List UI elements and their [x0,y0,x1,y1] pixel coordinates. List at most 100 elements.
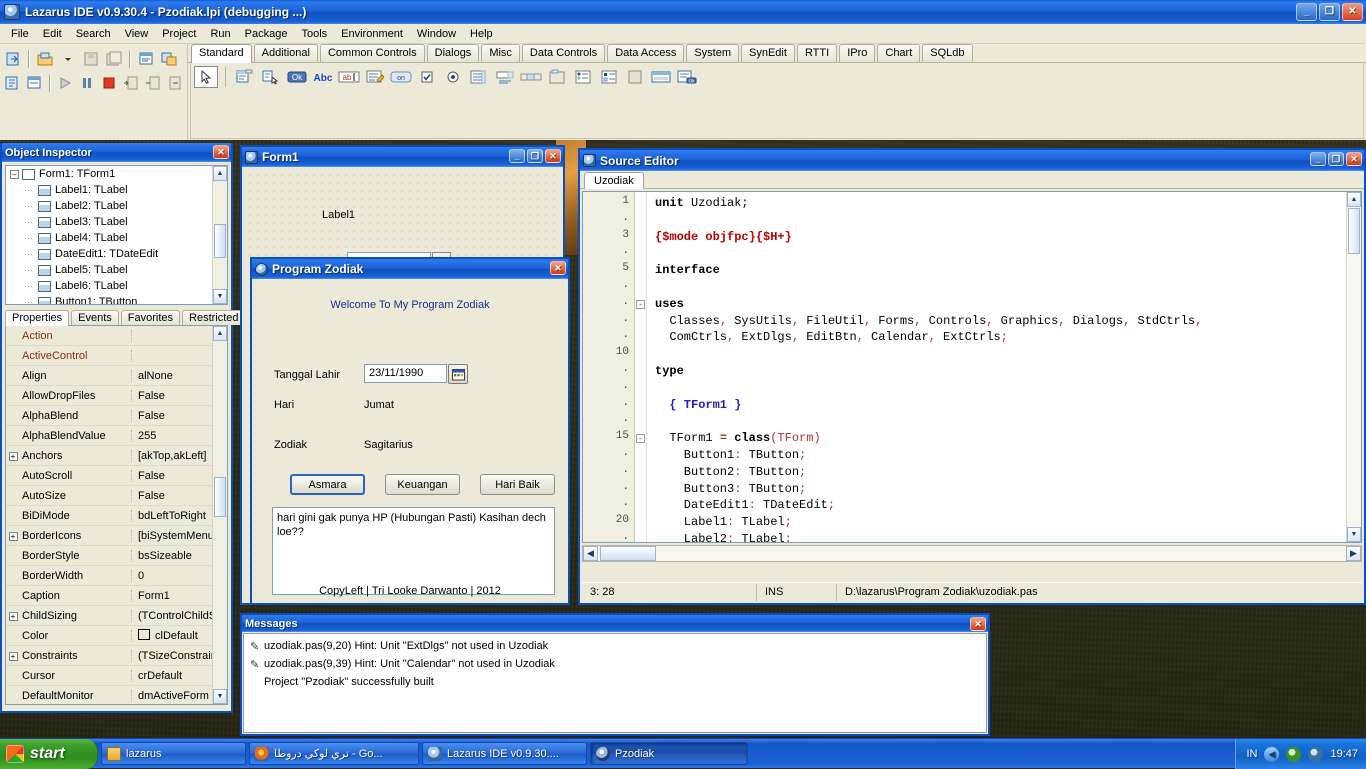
taskbar-items[interactable]: lazarus تري لوكي دروطا - Go... Lazarus IDE… [98,742,748,765]
open-file-icon[interactable] [34,48,56,70]
palette-tab-sqldb[interactable]: SQLdb [922,44,973,62]
object-inspector-window-buttons[interactable]: ✕ [213,145,229,159]
tanggal-lahir-input[interactable]: 23/11/1990 [364,364,447,383]
open-dropdown-icon[interactable] [57,48,79,70]
palette-tab-data-controls[interactable]: Data Controls [521,44,606,62]
object-inspector-tabs[interactable]: Properties Events Favorites Restricted [2,308,246,326]
oi-tab-restricted[interactable]: Restricted [182,310,246,325]
property-row[interactable]: AlphaBlend False [6,406,227,426]
view-units-icon[interactable] [2,72,23,94]
tree-item[interactable]: ⋯ Label3: TLabel [6,214,227,230]
ide-window-buttons[interactable]: _ ❐ ✕ [1296,3,1363,21]
property-row[interactable]: AlphaBlendValue 255 [6,426,227,446]
save-all-icon[interactable] [103,48,125,70]
properties-scrollbar[interactable]: ▲ ▼ [212,326,227,704]
maximize-icon[interactable]: ❐ [1328,152,1344,166]
code-fold-column[interactable]: -- [635,192,647,542]
tcheckgroup-icon[interactable] [597,66,621,88]
tedit-icon[interactable]: ab [337,66,361,88]
scroll-down-icon[interactable]: ▼ [1347,527,1361,542]
menu-item-window[interactable]: Window [410,26,463,42]
menu-item-help[interactable]: Help [463,26,500,42]
property-row[interactable]: Cursor crDefault [6,666,227,686]
fold-marker[interactable]: - [635,430,646,447]
hscroll-track[interactable] [598,546,1346,561]
property-row[interactable]: DefaultMonitor dmActiveForm [6,686,227,704]
property-row[interactable]: AllowDropFiles False [6,386,227,406]
tree-item[interactable]: ⋯ Label6: TLabel [6,278,227,294]
color-swatch[interactable] [138,629,150,640]
tree-item[interactable]: ⋯ Button1: TButton [6,294,227,304]
pause-icon[interactable] [77,72,98,94]
scroll-down-icon[interactable]: ▼ [213,289,227,304]
message-row[interactable]: ✎ uzodiak.pas(9,39) Hint: Unit "Calendar"… [244,655,986,673]
designer-label1[interactable]: Label1 [322,209,355,221]
scroll-down-icon[interactable]: ▼ [213,689,227,704]
taskbar-item[interactable]: تري لوكي دروطا - Go... [249,742,419,765]
scroll-thumb[interactable] [1348,208,1360,254]
oi-tab-events[interactable]: Events [71,310,119,325]
close-icon[interactable]: ✕ [550,261,566,275]
object-tree[interactable]: – Form1: TForm1 ⋯ Label1: TLabel ⋯ Label2: TL… [5,165,228,305]
menu-item-tools[interactable]: Tools [294,26,334,42]
message-row[interactable]: Project "Pzodiak" successfully built [244,673,986,691]
tradiogroup-icon[interactable] [571,66,595,88]
palette-body[interactable]: Ok Abc ab on Ok [190,63,1364,139]
save-file-icon[interactable] [80,48,102,70]
property-row[interactable]: BorderStyle bsSizeable [6,546,227,566]
maximize-button[interactable]: ❐ [1319,3,1340,21]
minimize-icon[interactable]: _ [1310,152,1326,166]
new-form-icon[interactable] [158,48,180,70]
oi-tab-properties[interactable]: Properties [5,310,70,326]
menu-item-project[interactable]: Project [155,26,203,42]
property-row[interactable]: Align alNone [6,366,227,386]
property-row[interactable]: Action [6,326,227,346]
scroll-right-icon[interactable]: ▶ [1346,546,1361,561]
oi-tab-favorites[interactable]: Favorites [120,310,181,325]
step-out-icon[interactable] [164,72,185,94]
tgroupbox-icon[interactable] [545,66,569,88]
scroll-thumb[interactable] [214,477,226,517]
messages-window-buttons[interactable]: ✕ [970,617,986,631]
scroll-up-icon[interactable]: ▲ [1347,192,1361,207]
tree-item[interactable]: – Form1: TForm1 [6,166,227,182]
palette-tab-misc[interactable]: Misc [481,44,520,62]
view-forms-icon[interactable] [24,72,45,94]
zodiak-window-buttons[interactable]: ✕ [550,261,566,275]
fold-marker[interactable]: - [635,296,646,313]
chevron-left-icon[interactable]: ◀ [1264,746,1280,762]
properties-grid[interactable]: Action ActiveControl Align alNone AllowDropF… [5,325,228,705]
network-icon[interactable] [1286,746,1302,762]
menu-item-environment[interactable]: Environment [334,26,410,42]
system-tray[interactable]: IN ◀ 19:47 [1235,739,1366,769]
expand-icon[interactable]: – [10,169,19,179]
palette-tab-data-access[interactable]: Data Access [607,44,685,62]
property-row[interactable]: ActiveControl [6,346,227,366]
menu-item-edit[interactable]: Edit [36,26,69,42]
step-into-icon[interactable] [120,72,141,94]
tree-item[interactable]: ⋯ Label4: TLabel [6,230,227,246]
form-window-buttons[interactable]: _ ❐ ✕ [509,149,561,163]
palette-tabs[interactable]: Standard Additional Common Controls Dialogs… [188,44,1366,63]
menu-item-view[interactable]: View [118,26,156,42]
ide-menubar[interactable]: File Edit Search View Project Run Package Tools… [0,24,1366,44]
ttogglebox-icon[interactable]: on [389,66,413,88]
tlistbox-icon[interactable] [467,66,491,88]
tcheckbox-icon[interactable] [415,66,439,88]
clock[interactable]: 19:47 [1330,748,1358,760]
property-expand-icon[interactable]: + [6,651,20,661]
menu-item-file[interactable]: File [4,26,36,42]
code-vertical-scrollbar[interactable]: ▲ ▼ [1346,192,1361,542]
tscrollbar-icon[interactable] [519,66,543,88]
palette-tab-system[interactable]: System [686,44,740,62]
property-row[interactable]: + ChildSizing (TControlChildSizin [6,606,227,626]
maximize-icon[interactable]: ❐ [527,149,543,163]
menu-item-search[interactable]: Search [69,26,118,42]
tree-item[interactable]: ⋯ DateEdit1: TDateEdit [6,246,227,262]
close-icon[interactable]: ✕ [545,149,561,163]
calendar-icon[interactable] [448,364,468,384]
code-horizontal-scrollbar[interactable]: ◀ ▶ [582,545,1362,562]
run-icon[interactable] [55,72,76,94]
minimize-button[interactable]: _ [1296,3,1317,21]
property-row[interactable]: + Constraints (TSizeConstraints) [6,646,227,666]
